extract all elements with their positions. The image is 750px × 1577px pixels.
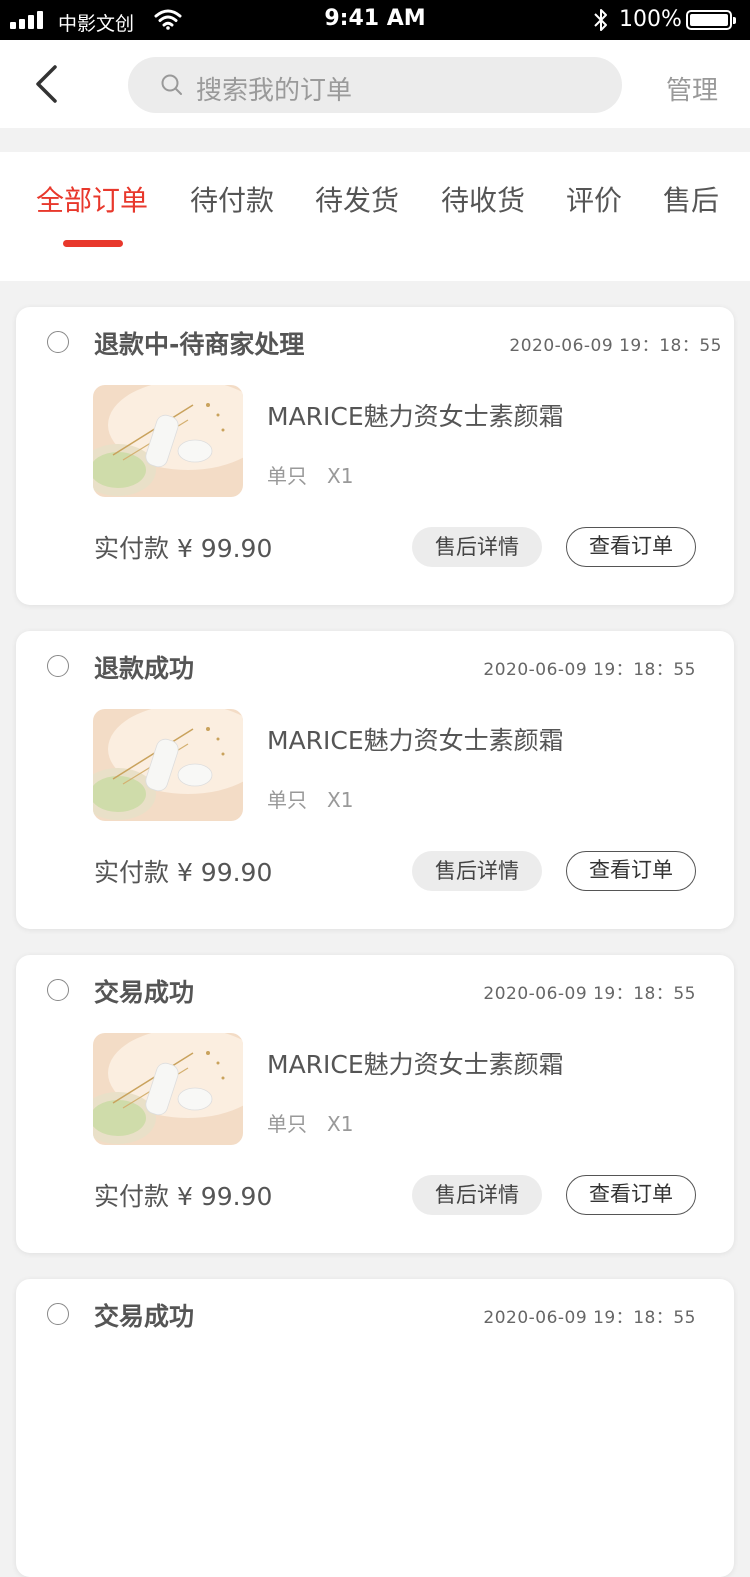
product-quantity: 单只 X1 (267, 1112, 354, 1136)
nav-bar: 搜索我的订单 管理 (0, 40, 750, 128)
tab-review[interactable]: 评价 (566, 179, 622, 219)
battery-icon (686, 10, 736, 30)
product-name[interactable]: MARICE魅力资女士素颜霜 (267, 721, 564, 757)
after-sale-details-button[interactable]: 售后详情 (412, 527, 542, 567)
tab-pending-payment[interactable]: 待付款 (190, 179, 274, 219)
order-time: 2020-06-09 19：18：55 (483, 660, 696, 680)
battery-percent: 100% (619, 7, 682, 32)
search-placeholder: 搜索我的订单 (196, 76, 353, 106)
tab-all-orders[interactable]: 全部订单 (36, 179, 148, 219)
order-card: 退款中-待商家处理 2020-06-09 19：18：55 MARICE魅力资女… (16, 307, 734, 605)
order-card: 退款成功 2020-06-09 19：18：55 MARICE魅力资女士素颜霜 … (16, 631, 734, 929)
order-card: 交易成功 2020-06-09 19：18：55 MARICE魅力资女士素颜霜 … (16, 955, 734, 1253)
product-name[interactable]: MARICE魅力资女士素颜霜 (267, 397, 564, 433)
select-radio[interactable] (47, 655, 69, 677)
after-sale-details-button[interactable]: 售后详情 (412, 851, 542, 891)
tab-pending-shipment[interactable]: 待发货 (315, 179, 399, 219)
paid-amount: 实付款 ¥ 99.90 (94, 858, 273, 887)
order-time: 2020-06-09 19：18：55 (483, 984, 696, 1004)
product-image[interactable] (93, 1033, 243, 1145)
back-arrow-icon[interactable] (24, 62, 68, 106)
order-card: 交易成功 2020-06-09 19：18：55 (16, 1279, 734, 1577)
view-order-button[interactable]: 查看订单 (566, 851, 696, 891)
order-status: 退款成功 (94, 654, 195, 683)
select-radio[interactable] (47, 331, 69, 353)
order-time: 2020-06-09 19：18：55 (509, 336, 722, 356)
search-icon (161, 74, 182, 95)
manage-button[interactable]: 管理 (666, 70, 718, 107)
order-status: 退款中-待商家处理 (94, 330, 305, 359)
view-order-button[interactable]: 查看订单 (566, 1175, 696, 1215)
product-image[interactable] (93, 709, 243, 821)
paid-amount: 实付款 ¥ 99.90 (94, 1182, 273, 1211)
active-tab-indicator (63, 240, 123, 247)
status-bar: 中影文创 9:41 AM 100% (0, 0, 750, 40)
order-status: 交易成功 (94, 1302, 195, 1331)
product-quantity: 单只 X1 (267, 464, 354, 488)
after-sale-details-button[interactable]: 售后详情 (412, 1175, 542, 1215)
tab-after-sales[interactable]: 售后 (663, 179, 719, 219)
paid-amount: 实付款 ¥ 99.90 (94, 534, 273, 563)
select-radio[interactable] (47, 1303, 69, 1325)
product-image[interactable] (93, 385, 243, 497)
order-status: 交易成功 (94, 978, 195, 1007)
order-tabs: 全部订单 待付款 待发货 待收货 评价 售后 (0, 152, 750, 281)
view-order-button[interactable]: 查看订单 (566, 527, 696, 567)
bluetooth-icon (594, 9, 607, 31)
search-input[interactable]: 搜索我的订单 (128, 57, 622, 113)
tab-pending-receipt[interactable]: 待收货 (441, 179, 525, 219)
select-radio[interactable] (47, 979, 69, 1001)
order-time: 2020-06-09 19：18：55 (483, 1308, 696, 1328)
product-quantity: 单只 X1 (267, 788, 354, 812)
product-name[interactable]: MARICE魅力资女士素颜霜 (267, 1045, 564, 1081)
